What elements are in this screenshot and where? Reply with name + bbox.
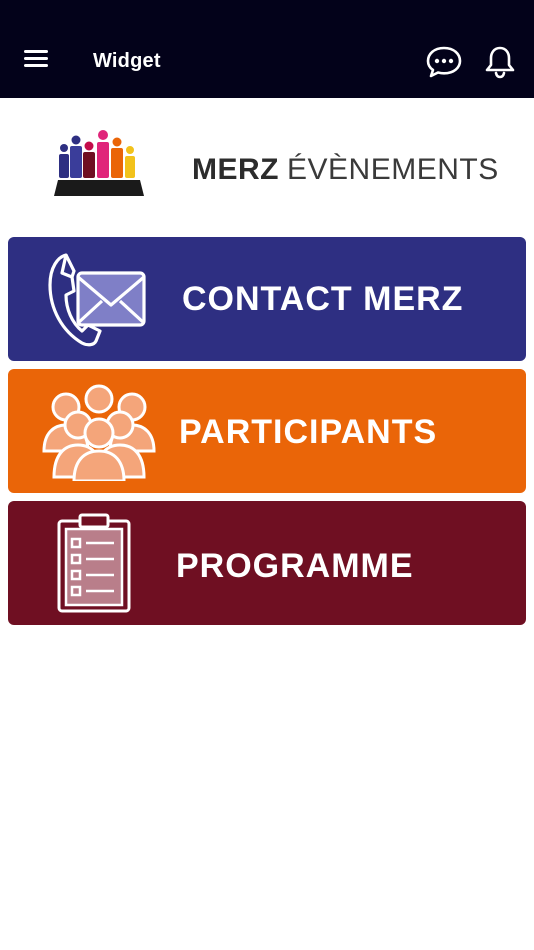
chat-bubble-icon[interactable] (424, 44, 464, 80)
logo-brand: MERZ (192, 153, 279, 186)
brand-logo: MERZ ÉVÈNEMENTS (0, 98, 534, 236)
bell-icon[interactable] (482, 44, 518, 80)
hamburger-menu-icon[interactable] (20, 46, 52, 76)
programme-label: PROGRAMME (176, 547, 414, 585)
people-group-icon (42, 384, 156, 481)
logo-subtitle: ÉVÈNEMENTS (287, 153, 499, 186)
page-title: Widget (93, 50, 161, 72)
app-bar: Widget (0, 22, 534, 98)
merz-logo-icon (54, 130, 144, 196)
clipboard-checklist-icon (57, 513, 131, 613)
participants-label: PARTICIPANTS (179, 413, 438, 451)
participants-button[interactable]: PARTICIPANTS (8, 369, 526, 493)
status-bar (0, 0, 534, 22)
contact-merz-label: CONTACT MERZ (182, 280, 464, 318)
logo-text: MERZ ÉVÈNEMENTS (192, 153, 499, 187)
contact-merz-button[interactable]: CONTACT MERZ (8, 237, 526, 361)
programme-button[interactable]: PROGRAMME (8, 501, 526, 625)
phone-envelope-icon (48, 253, 146, 347)
